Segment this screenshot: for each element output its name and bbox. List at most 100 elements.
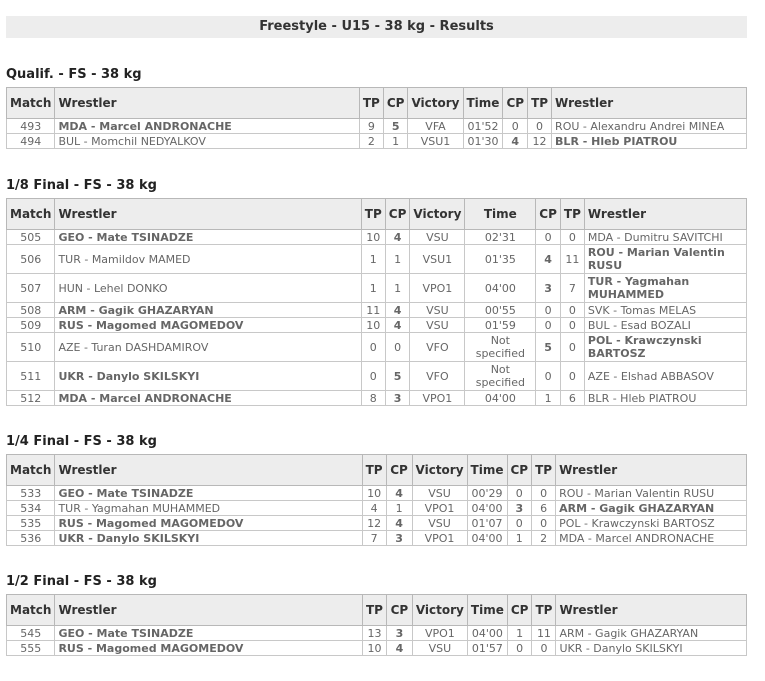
section-title: Qualif. - FS - 38 kg (6, 67, 142, 82)
match-number: 510 (5, 332, 56, 362)
match-time: 00'55 (464, 302, 537, 318)
tp-right: 0 (559, 302, 585, 318)
section-title: 1/4 Final - FS - 38 kg (6, 434, 157, 449)
tp-right: 0 (531, 485, 557, 501)
victory-type: VPO1 (409, 273, 466, 303)
match-number: 508 (5, 302, 56, 318)
tp-right: 11 (531, 625, 557, 641)
wrestler-left: GEO - Mate TSINADZE (54, 485, 363, 501)
match-time: Not specified (464, 361, 537, 391)
tp-left: 9 (358, 118, 384, 134)
victory-type: VFO (409, 361, 466, 391)
match-number: 535 (5, 515, 56, 531)
match-number: 534 (5, 500, 56, 516)
tp-left: 8 (360, 390, 386, 406)
tp-right: 11 (559, 244, 585, 274)
match-time: 01'30 (462, 133, 504, 149)
cp-right: 0 (506, 485, 533, 501)
table-row: 494 BUL - Momchil NEDYALKOV 2 1 VSU1 01'30 4 12… (5, 133, 747, 149)
cp-right: 0 (502, 118, 529, 134)
tp-left: 13 (361, 625, 387, 641)
table-row: 535 RUS - Magomed MAGOMEDOV 12 4 VSU 01'07 0 0 P… (5, 515, 747, 531)
tp-left: 2 (358, 133, 384, 149)
table-row: 507 HUN - Lehel DONKO 1 1 VPO1 04'00 3 7 TUR - Y… (5, 273, 748, 303)
match-time: Not specified (464, 332, 537, 362)
tp-left: 10 (360, 229, 386, 245)
match-number: 512 (5, 390, 56, 406)
tp-right: 0 (531, 640, 557, 656)
header-tp: TP (358, 87, 384, 119)
cp-left: 3 (385, 625, 413, 641)
wrestler-right: TUR - Yagmahan MUHAMMED (583, 273, 748, 303)
wrestler-left: UKR - Danylo SKILSKYI (54, 361, 362, 391)
cp-right: 1 (506, 625, 533, 641)
match-time: 04'00 (466, 500, 508, 516)
header-wrestler: Wrestler (54, 198, 362, 230)
wrestler-left: AZE - Turan DASHDAMIROV (54, 332, 362, 362)
cp-left: 3 (385, 530, 413, 546)
cp-left: 1 (384, 244, 411, 274)
header-match: Match (5, 594, 56, 626)
match-number: 533 (5, 485, 56, 501)
cp-left: 1 (385, 500, 413, 516)
header-tp: TP (361, 594, 387, 626)
header-time: Time (462, 87, 504, 119)
results-table: Match Wrestler TP CP Victory Time CP TP Wrestler… (5, 454, 747, 546)
match-time: 04'00 (464, 273, 537, 303)
match-number: 511 (5, 361, 56, 391)
tp-left: 12 (361, 515, 387, 531)
tp-left: 1 (360, 244, 386, 274)
cp-right: 0 (506, 640, 533, 656)
header-match: Match (5, 454, 56, 486)
match-time: 01'07 (466, 515, 508, 531)
header-time: Time (464, 198, 537, 230)
tp-right: 0 (527, 118, 553, 134)
wrestler-left: UKR - Danylo SKILSKYI (54, 530, 363, 546)
wrestler-left: GEO - Mate TSINADZE (54, 229, 362, 245)
cp-right: 5 (535, 332, 561, 362)
match-number: 506 (5, 244, 56, 274)
match-number: 507 (5, 273, 56, 303)
tp-left: 0 (360, 332, 386, 362)
tp-right: 6 (531, 500, 557, 516)
table-row: 545 GEO - Mate TSINADZE 13 3 VPO1 04'00 1 11 ARM… (5, 625, 747, 641)
header-victory: Victory (411, 454, 468, 486)
section-title: 1/8 Final - FS - 38 kg (6, 178, 157, 193)
wrestler-right: UKR - Danylo SKILSKYI (555, 640, 747, 656)
cp-right: 0 (535, 317, 561, 333)
cp-left: 4 (385, 485, 413, 501)
match-number: 493 (5, 118, 56, 134)
tp-right: 7 (559, 273, 585, 303)
cp-left: 4 (384, 302, 411, 318)
tp-left: 4 (361, 500, 387, 516)
table-row: 533 GEO - Mate TSINADZE 10 4 VSU 00'29 0 0 ROU -… (5, 485, 747, 501)
wrestler-right: ROU - Alexandru Andrei MINEA (551, 118, 747, 134)
header-wrestler: Wrestler (54, 594, 363, 626)
tp-left: 11 (360, 302, 386, 318)
wrestler-right: ROU - Marian Valentin RUSU (555, 485, 747, 501)
tp-left: 1 (360, 273, 386, 303)
wrestler-left: MDA - Marcel ANDRONACHE (54, 118, 360, 134)
tp-left: 10 (361, 640, 387, 656)
victory-type: VFO (409, 332, 466, 362)
wrestler-left: ARM - Gagik GHAZARYAN (54, 302, 362, 318)
cp-right: 4 (502, 133, 529, 149)
cp-right: 4 (535, 244, 561, 274)
header-wrestler: Wrestler (583, 198, 748, 230)
victory-type: VPO1 (411, 530, 468, 546)
header-wrestler: Wrestler (555, 594, 747, 626)
page-title: Freestyle - U15 - 38 kg - Results (6, 16, 747, 38)
wrestler-right: BLR - Hleb PIATROU (551, 133, 747, 149)
table-row: 511 UKR - Danylo SKILSKYI 0 5 VFO Not specifi… (5, 361, 748, 391)
match-time: 04'00 (466, 530, 508, 546)
wrestler-right: MDA - Marcel ANDRONACHE (555, 530, 747, 546)
cp-left: 4 (384, 317, 411, 333)
header-cp: CP (384, 198, 411, 230)
victory-type: VSU1 (407, 133, 464, 149)
header-cp: CP (506, 594, 533, 626)
wrestler-left: TUR - Yagmahan MUHAMMED (54, 500, 363, 516)
header-wrestler: Wrestler (551, 87, 747, 119)
wrestler-right: ARM - Gagik GHAZARYAN (555, 625, 747, 641)
cp-right: 0 (506, 515, 533, 531)
tp-right: 0 (531, 515, 557, 531)
